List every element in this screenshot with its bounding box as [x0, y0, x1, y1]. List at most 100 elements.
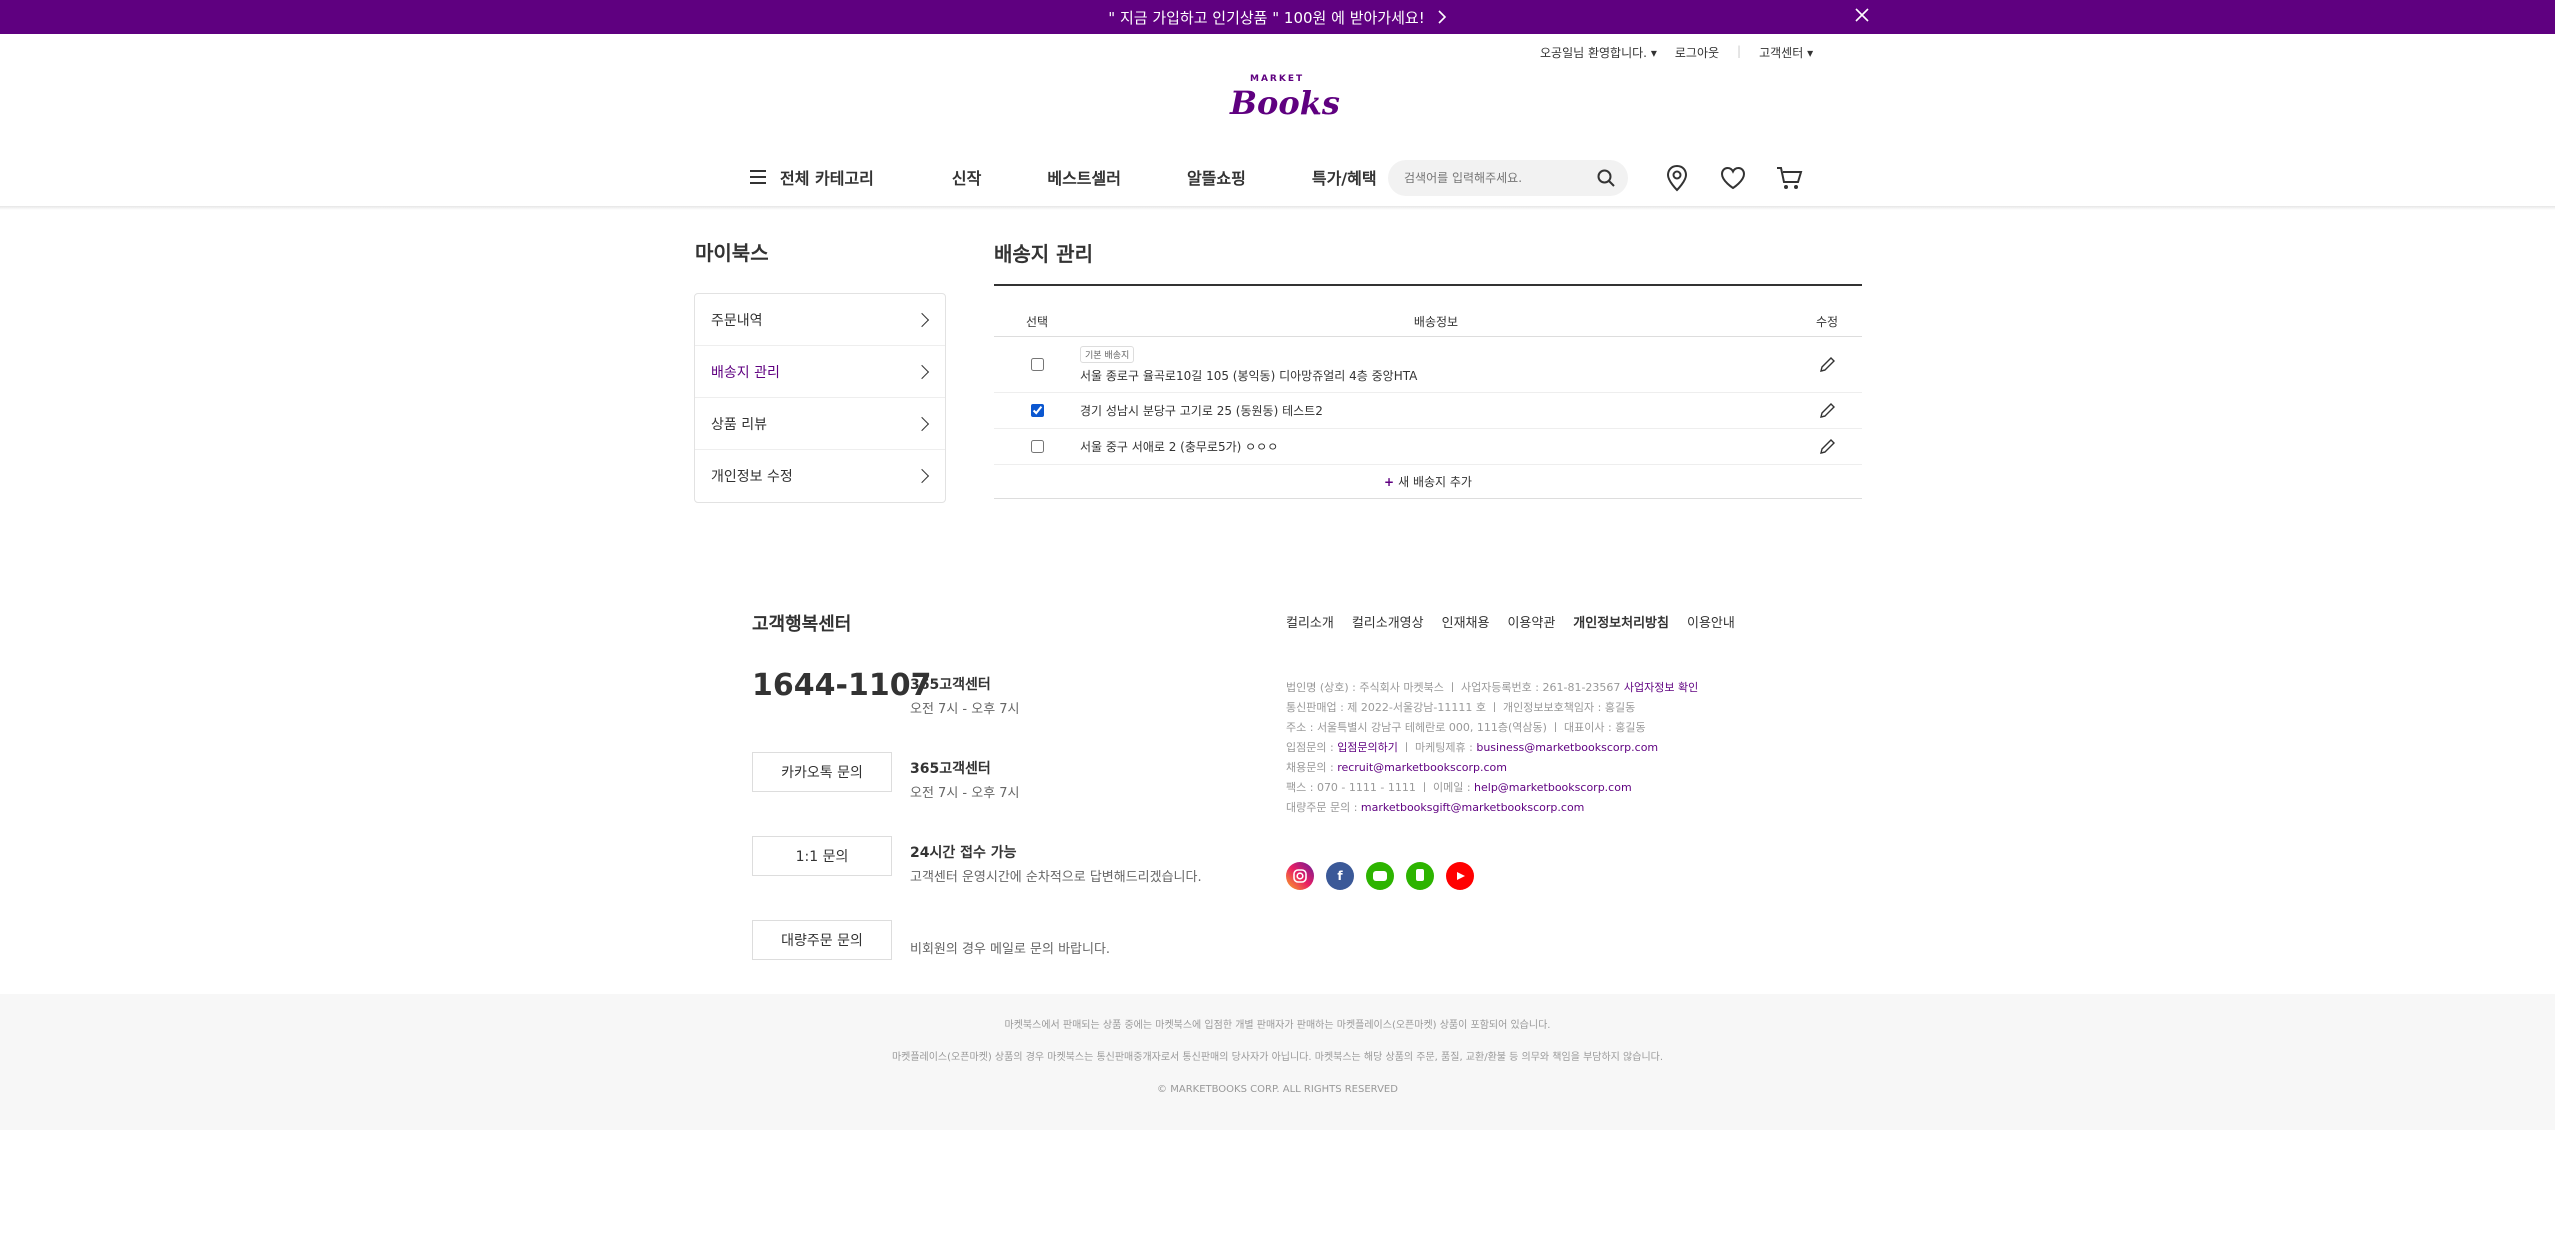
chevron-down-icon: ▾ — [1650, 46, 1657, 60]
logout-link[interactable]: 로그아웃 — [1675, 44, 1719, 61]
cs-block-title: 365고객센터 — [910, 761, 991, 777]
sidebar-item-label: 배송지 관리 — [711, 364, 780, 381]
sidebar-item-label: 주문내역 — [711, 312, 763, 329]
bulk-order-inquiry-button[interactable]: 대량주문 문의 — [752, 920, 892, 960]
global-nav: 전체 카테고리 신작 베스트셀러 알뜰쇼핑 특가/혜택 — [750, 150, 1443, 204]
pencil-icon[interactable] — [1818, 402, 1836, 420]
kakao-inquiry-button[interactable]: 카카오톡 문의 — [752, 752, 892, 792]
search-bar — [1388, 160, 1628, 196]
biz-line: 통신판매업 : 제 2022-서울강남-11111 호 ㅣ 개인정보보호책임자 … — [1286, 701, 1636, 714]
sidebar-item-address[interactable]: 배송지 관리 — [695, 346, 945, 398]
address-checkbox[interactable] — [1030, 404, 1044, 417]
biz-line: 대량주문 문의 : — [1286, 801, 1361, 814]
chevron-right-icon — [914, 416, 930, 431]
footer-links: 컬리소개 컬리소개영상 인재채용 이용약관 개인정보처리방침 이용안내 — [1286, 612, 1735, 631]
pencil-icon[interactable] — [1818, 356, 1836, 374]
add-address-label: 새 배송지 추가 — [1398, 475, 1472, 489]
sns-links: f — [1286, 862, 1474, 890]
naver-blog-icon[interactable] — [1366, 862, 1394, 890]
cs-block-sub: 고객센터 운영시간에 순차적으로 답변해드리겠습니다. — [910, 870, 1202, 885]
banner-close-button[interactable] — [1849, 4, 1875, 30]
biz-line: 입점문의 : — [1286, 741, 1338, 754]
cs-block-sub: 오전 7시 - 오후 7시 — [910, 702, 1020, 717]
chevron-right-icon — [914, 312, 930, 327]
footer-link-guide[interactable]: 이용안내 — [1687, 612, 1735, 631]
gift-email-link[interactable]: marketbooksgift@marketbookscorp.com — [1361, 801, 1584, 814]
footer-link-video[interactable]: 컬리소개영상 — [1352, 612, 1424, 631]
user-greeting[interactable]: 오공일님 환영합니다. ▾ — [1540, 44, 1657, 61]
cs-phone: 1644-1107 — [752, 668, 932, 703]
address-text: 서울 중구 서애로 2 (충무로5가) ㅇㅇㅇ — [1080, 440, 1279, 454]
naver-post-icon[interactable] — [1406, 862, 1434, 890]
sidebar-item-reviews[interactable]: 상품 리뷰 — [695, 398, 945, 450]
customer-center-link[interactable]: 고객센터 ▾ — [1759, 44, 1813, 61]
biz-line: 법인명 (상호) : 주식회사 마켓북스 ㅣ 사업자등록번호 : 261-81-… — [1286, 681, 1621, 694]
partnership-link[interactable]: 입점문의하기 — [1337, 741, 1398, 754]
add-address-button[interactable]: + 새 배송지 추가 — [994, 465, 1862, 499]
facebook-icon[interactable]: f — [1326, 862, 1354, 890]
sidebar-title: 마이북스 — [695, 241, 769, 265]
cart-icon[interactable] — [1774, 163, 1804, 193]
plus-icon: + — [1384, 474, 1395, 489]
location-icon[interactable] — [1662, 163, 1692, 193]
page-title: 배송지 관리 — [994, 242, 1093, 266]
footer-link-about[interactable]: 컬리소개 — [1286, 612, 1334, 631]
footer-link-terms[interactable]: 이용약관 — [1507, 612, 1555, 631]
all-category-button[interactable]: 전체 카테고리 — [750, 165, 874, 189]
cs-block: 365고객센터 오전 7시 - 오후 7시 — [910, 758, 1020, 801]
chevron-right-icon — [1438, 10, 1446, 24]
footer-link-careers[interactable]: 인재채용 — [1442, 612, 1490, 631]
sidebar-item-label: 개인정보 수정 — [711, 469, 793, 485]
cs-title: 고객행복센터 — [752, 614, 852, 635]
recruit-email-link[interactable]: recruit@marketbookscorp.com — [1337, 761, 1507, 774]
nav-item-special[interactable]: 특가/혜택 — [1312, 165, 1377, 189]
all-category-label: 전체 카테고리 — [780, 169, 874, 188]
nav-item-bargain[interactable]: 알뜰쇼핑 — [1187, 165, 1246, 189]
footer-notice: 마켓북스에서 판매되는 상품 중에는 마켓북스에 입점한 개별 판매자가 판매하… — [1004, 1020, 1551, 1031]
youtube-icon[interactable] — [1446, 862, 1474, 890]
title-divider — [994, 284, 1862, 286]
cs-block: 365고객센터 오전 7시 - 오후 7시 — [910, 674, 1020, 717]
table-row: 경기 성남시 분당구 고기로 25 (동원동) 테스트2 — [994, 393, 1862, 429]
logo-small-text: MARKET — [1250, 74, 1305, 84]
logo[interactable]: MARKET Books — [1230, 74, 1340, 124]
footer-notice: 마켓플레이스(오픈마켓) 상품의 경우 마켓북스는 통신판매중개자로서 통신판매… — [891, 1052, 1664, 1063]
one-to-one-inquiry-button[interactable]: 1:1 문의 — [752, 836, 892, 876]
address-checkbox[interactable] — [1030, 358, 1044, 371]
marketing-email-link[interactable]: business@marketbookscorp.com — [1476, 741, 1658, 754]
nav-shadow — [0, 206, 2555, 210]
biz-line: 주소 : 서울특별시 강남구 테헤란로 000, 111층(역삼동) ㅣ 대표이… — [1286, 721, 1646, 734]
address-checkbox[interactable] — [1030, 440, 1044, 453]
header-info: 배송정보 — [1413, 315, 1459, 329]
table-row: 기본 배송지 서울 종로구 율곡로10길 105 (봉익동) 디아망쥬얼리 4층… — [994, 337, 1862, 393]
cs-block: 24시간 접수 가능 고객센터 운영시간에 순차적으로 답변해드리겠습니다. — [910, 842, 1202, 885]
address-text: 서울 종로구 율곡로10길 105 (봉익동) 디아망쥬얼리 4층 중앙HTA — [1080, 368, 1418, 383]
divider: | — [1737, 44, 1742, 58]
biz-info-link[interactable]: 사업자정보 확인 — [1624, 681, 1698, 694]
address-text: 경기 성남시 분당구 고기로 25 (동원동) 테스트2 — [1080, 404, 1323, 418]
close-icon — [1855, 8, 1869, 22]
nav-item-new[interactable]: 신작 — [952, 165, 981, 189]
top-banner[interactable]: " 지금 가입하고 인기상품 " 100원 에 받아가세요! — [0, 0, 2555, 34]
search-icon[interactable] — [1596, 168, 1616, 188]
pencil-icon[interactable] — [1818, 438, 1836, 456]
chevron-right-icon — [914, 364, 930, 379]
help-email-link[interactable]: help@marketbookscorp.com — [1474, 781, 1632, 794]
cs-block: 비회원의 경우 메일로 문의 바랍니다. — [910, 934, 1110, 957]
footer-link-privacy[interactable]: 개인정보처리방침 — [1573, 612, 1669, 631]
nav-item-bestseller[interactable]: 베스트셀러 — [1047, 165, 1121, 189]
search-input[interactable] — [1404, 171, 1596, 185]
header-select: 선택 — [1025, 315, 1049, 329]
cs-block-title: 24시간 접수 가능 — [910, 845, 1017, 861]
heart-icon[interactable] — [1718, 163, 1748, 193]
table-row: 서울 중구 서애로 2 (충무로5가) ㅇㅇㅇ — [994, 429, 1862, 465]
sidebar-menu: 주문내역 배송지 관리 상품 리뷰 개인정보 수정 — [694, 293, 946, 503]
sidebar-item-profile[interactable]: 개인정보 수정 — [695, 450, 945, 502]
biz-line: ㅣ 마케팅제휴 : — [1397, 741, 1477, 754]
biz-line: 채용문의 : — [1286, 761, 1338, 774]
sidebar-item-orders[interactable]: 주문내역 — [695, 294, 945, 346]
banner-message-wrap[interactable]: " 지금 가입하고 인기상품 " 100원 에 받아가세요! — [1108, 7, 1446, 28]
customer-center-label: 고객센터 — [1759, 46, 1804, 60]
user-greeting-label: 오공일님 환영합니다. — [1540, 46, 1647, 60]
instagram-icon[interactable] — [1286, 862, 1314, 890]
